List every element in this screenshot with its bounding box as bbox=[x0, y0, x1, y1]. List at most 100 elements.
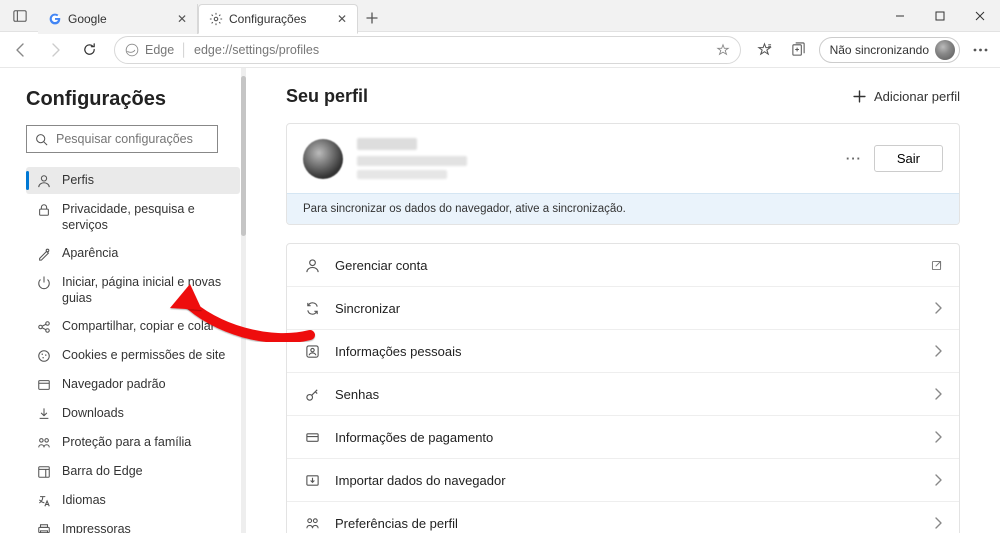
search-input[interactable] bbox=[56, 132, 217, 146]
settings-row-label: Informações de pagamento bbox=[335, 430, 919, 445]
search-icon bbox=[35, 133, 48, 146]
sidebar-item-languages[interactable]: Idiomas bbox=[26, 487, 240, 514]
person-icon bbox=[303, 256, 321, 274]
settings-row-label: Informações pessoais bbox=[335, 344, 919, 359]
profile-status-blurred bbox=[357, 170, 447, 179]
profile-avatar bbox=[303, 139, 343, 179]
sidebar-item-edgebar[interactable]: Barra do Edge bbox=[26, 458, 240, 485]
key-icon bbox=[303, 385, 321, 403]
settings-sidebar: Configurações Perfis Privacidade, pesquis… bbox=[0, 68, 246, 533]
sidebar-item-printer[interactable]: Impressoras bbox=[26, 516, 240, 533]
chevron-right-icon bbox=[933, 431, 943, 443]
chevron-right-icon bbox=[933, 345, 943, 357]
sidebar-item-power[interactable]: Iniciar, página inicial e novas guias bbox=[26, 269, 240, 311]
reading-mode-icon[interactable] bbox=[716, 43, 730, 57]
sidebar-item-default-browser[interactable]: Navegador padrão bbox=[26, 371, 240, 398]
settings-content: Configurações Perfis Privacidade, pesquis… bbox=[0, 68, 1000, 533]
sidebar-item-profile[interactable]: Perfis bbox=[26, 167, 240, 194]
new-tab-button[interactable] bbox=[358, 4, 386, 32]
section-title: Seu perfil bbox=[286, 86, 368, 107]
forward-button[interactable] bbox=[40, 35, 70, 65]
sidebar-item-share[interactable]: Compartilhar, copiar e colar bbox=[26, 313, 240, 340]
printer-icon bbox=[36, 522, 52, 533]
profile-icon bbox=[36, 173, 52, 189]
reload-button[interactable] bbox=[74, 35, 104, 65]
sidebar-item-label: Navegador padrão bbox=[62, 376, 232, 392]
profile-actions: ··· Sair bbox=[846, 145, 943, 172]
sidebar-item-label: Compartilhar, copiar e colar bbox=[62, 318, 232, 334]
signout-button[interactable]: Sair bbox=[874, 145, 943, 172]
sidebar-item-label: Impressoras bbox=[62, 521, 232, 533]
tab-strip: Google ✕ Configurações ✕ bbox=[38, 0, 386, 32]
page-title: Configurações bbox=[26, 88, 240, 111]
section-header: Seu perfil Adicionar perfil bbox=[286, 86, 960, 107]
settings-row-label: Preferências de perfil bbox=[335, 516, 919, 531]
chevron-right-icon bbox=[933, 517, 943, 529]
close-icon[interactable]: ✕ bbox=[177, 12, 187, 26]
collections-icon[interactable] bbox=[785, 36, 813, 64]
chevron-right-icon bbox=[933, 474, 943, 486]
sidebar-item-lock[interactable]: Privacidade, pesquisa e serviços bbox=[26, 196, 240, 238]
url-path: edge://settings/profiles bbox=[194, 43, 319, 57]
sidebar-item-label: Downloads bbox=[62, 405, 232, 421]
family-icon bbox=[36, 435, 52, 451]
edgebar-icon bbox=[36, 464, 52, 480]
window-controls bbox=[880, 0, 1000, 32]
languages-icon bbox=[36, 493, 52, 509]
url-scheme-label: Edge bbox=[145, 43, 174, 57]
tab-strip-leading bbox=[0, 2, 34, 30]
settings-row-key[interactable]: Senhas bbox=[287, 373, 959, 416]
toolbar-right-icons: Não sincronizando bbox=[751, 36, 994, 64]
contact-icon bbox=[303, 342, 321, 360]
favorites-icon[interactable] bbox=[751, 36, 779, 64]
default-browser-icon bbox=[36, 377, 52, 393]
sync-status-label: Não sincronizando bbox=[830, 43, 929, 57]
profile-info bbox=[357, 138, 832, 179]
card-icon bbox=[303, 428, 321, 446]
tab-actions-icon[interactable] bbox=[6, 2, 34, 30]
tab-title: Google bbox=[68, 12, 171, 26]
chevron-right-icon bbox=[933, 302, 943, 314]
settings-row-import[interactable]: Importar dados do navegador bbox=[287, 459, 959, 502]
tab-title: Configurações bbox=[229, 12, 331, 26]
close-window-button[interactable] bbox=[960, 0, 1000, 32]
scrollbar-thumb[interactable] bbox=[241, 76, 246, 236]
tab-google[interactable]: Google ✕ bbox=[38, 4, 198, 34]
minimize-button[interactable] bbox=[880, 0, 920, 32]
add-profile-label: Adicionar perfil bbox=[874, 89, 960, 104]
power-icon bbox=[36, 275, 52, 291]
profile-sync-pill[interactable]: Não sincronizando bbox=[819, 37, 960, 63]
address-bar[interactable]: Edge │ edge://settings/profiles bbox=[114, 36, 741, 64]
settings-row-contact[interactable]: Informações pessoais bbox=[287, 330, 959, 373]
cookie-icon bbox=[36, 348, 52, 364]
sidebar-item-label: Perfis bbox=[62, 172, 232, 188]
share-icon bbox=[36, 319, 52, 335]
settings-search-box[interactable] bbox=[26, 125, 218, 153]
settings-row-person[interactable]: Gerenciar conta bbox=[287, 244, 959, 287]
sidebar-item-appearance[interactable]: Aparência bbox=[26, 240, 240, 267]
more-icon[interactable]: ··· bbox=[846, 151, 862, 166]
settings-row-prefs[interactable]: Preferências de perfil bbox=[287, 502, 959, 533]
maximize-button[interactable] bbox=[920, 0, 960, 32]
external-link-icon bbox=[930, 259, 943, 272]
tab-settings[interactable]: Configurações ✕ bbox=[198, 4, 358, 34]
close-icon[interactable]: ✕ bbox=[337, 12, 347, 26]
sidebar-list: Perfis Privacidade, pesquisa e serviçosAp… bbox=[26, 167, 240, 533]
add-profile-button[interactable]: Adicionar perfil bbox=[853, 89, 960, 104]
profile-card: ··· Sair Para sincronizar os dados do na… bbox=[286, 123, 960, 225]
back-button[interactable] bbox=[6, 35, 36, 65]
settings-main: Seu perfil Adicionar perfil ··· Sair bbox=[246, 68, 1000, 533]
edge-logo-icon bbox=[125, 43, 139, 57]
sidebar-item-cookie[interactable]: Cookies e permissões de site bbox=[26, 342, 240, 369]
sidebar-item-download[interactable]: Downloads bbox=[26, 400, 240, 427]
sidebar-item-label: Barra do Edge bbox=[62, 463, 232, 479]
google-favicon-icon bbox=[48, 12, 62, 26]
sidebar-item-family[interactable]: Proteção para a família bbox=[26, 429, 240, 456]
app-menu-icon[interactable] bbox=[966, 36, 994, 64]
sync-banner: Para sincronizar os dados do navegador, … bbox=[287, 193, 959, 224]
lock-icon bbox=[36, 202, 52, 218]
settings-row-card[interactable]: Informações de pagamento bbox=[287, 416, 959, 459]
url-divider: │ bbox=[180, 43, 188, 57]
settings-row-sync[interactable]: Sincronizar bbox=[287, 287, 959, 330]
gear-icon bbox=[209, 12, 223, 26]
